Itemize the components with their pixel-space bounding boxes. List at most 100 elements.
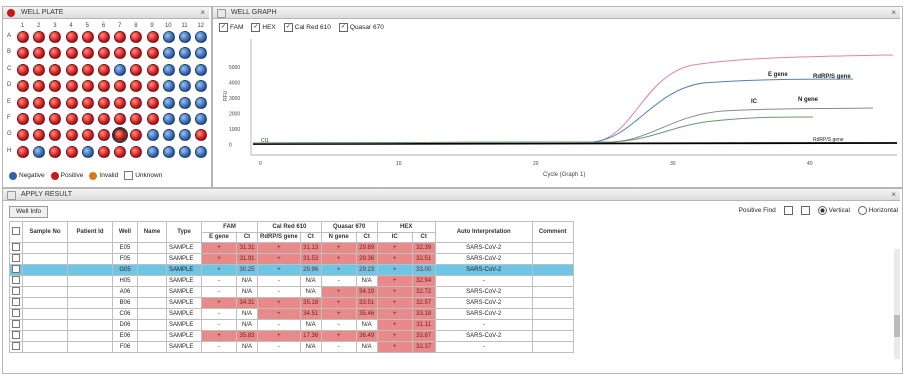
well[interactable] — [81, 113, 94, 125]
positive-find-dropdown[interactable] — [800, 206, 810, 215]
well[interactable] — [146, 96, 159, 109]
plate-row-header[interactable]: A — [7, 33, 13, 39]
well[interactable] — [146, 129, 159, 142]
header-ct[interactable]: Ct — [411, 231, 436, 243]
plate-column-header[interactable]: 5 — [81, 23, 94, 29]
well[interactable] — [17, 80, 29, 93]
well[interactable] — [98, 31, 110, 43]
well[interactable] — [33, 145, 46, 158]
amplification-chart[interactable]: RFU 500040003000200010000 0 10 20 30 40 Cycl… — [213, 35, 900, 185]
well[interactable] — [114, 113, 127, 125]
row-checkbox[interactable] — [12, 243, 20, 251]
well[interactable] — [130, 145, 143, 158]
well[interactable] — [49, 80, 62, 93]
well[interactable] — [114, 63, 127, 76]
header-ct[interactable]: Ct — [236, 231, 258, 243]
well[interactable] — [65, 113, 78, 125]
well[interactable] — [81, 96, 94, 109]
well[interactable] — [33, 80, 46, 93]
well[interactable] — [81, 145, 94, 158]
table-row[interactable]: C06 SAMPLE - N/A +34.51 +35.46 +33.18 SARS-CoV-… — [9, 308, 574, 320]
well[interactable] — [179, 63, 191, 76]
well[interactable] — [195, 80, 208, 93]
table-row[interactable]: B06 SAMPLE +34.31 +35.18 +33.51 +32.57 SARS-Co… — [9, 297, 574, 309]
well[interactable] — [33, 31, 46, 43]
well[interactable] — [179, 96, 191, 109]
table-row[interactable]: F06 SAMPLE - N/A - N/A - N/A +32.37- — [9, 341, 574, 353]
well[interactable] — [33, 63, 46, 76]
well[interactable] — [98, 96, 110, 109]
well[interactable] — [81, 31, 94, 43]
plate-column-header[interactable]: 8 — [129, 23, 142, 29]
table-row[interactable]: E05 SAMPLE +31.31 +31.13 +29.89 +32.39 SARS-Co… — [9, 242, 574, 254]
check-cal-red[interactable]: ✓ Cal Red 610 — [283, 23, 331, 32]
plate-row-header[interactable]: D — [7, 82, 13, 88]
well[interactable] — [162, 31, 175, 43]
select-all-checkbox[interactable] — [12, 227, 20, 235]
row-checkbox[interactable] — [12, 254, 20, 262]
header-ic[interactable]: IC — [376, 231, 413, 243]
well[interactable] — [17, 63, 29, 76]
well[interactable] — [130, 80, 143, 93]
table-row[interactable]: G05 SAMPLE +30.25 +29.96 +29.23 +33.00 SARS-Co… — [9, 264, 574, 276]
table-row[interactable]: A06 SAMPLE - N/A - N/A +34.19 +32.72 SARS-CoV-2 — [9, 286, 574, 298]
well[interactable] — [162, 113, 175, 125]
well[interactable] — [195, 47, 208, 60]
close-icon[interactable]: × — [200, 7, 205, 19]
header-e-gene[interactable]: E gene — [201, 231, 237, 243]
well[interactable] — [17, 145, 29, 158]
well[interactable] — [179, 145, 191, 158]
header-patient-id[interactable]: Patient Id — [67, 221, 113, 243]
plate-column-header[interactable]: 1 — [16, 23, 29, 29]
well[interactable] — [130, 31, 143, 43]
well[interactable] — [195, 96, 208, 109]
close-icon[interactable]: × — [891, 7, 896, 19]
well[interactable] — [162, 47, 175, 60]
header-ct[interactable]: Ct — [299, 231, 322, 243]
header-well[interactable]: Well — [112, 221, 138, 243]
plate-row-header[interactable]: C — [7, 66, 13, 72]
well[interactable] — [81, 47, 94, 60]
well[interactable] — [65, 47, 78, 60]
well[interactable] — [179, 80, 191, 93]
well[interactable] — [130, 113, 143, 125]
plate-column-header[interactable]: 2 — [32, 23, 45, 29]
well[interactable] — [65, 145, 78, 158]
well[interactable] — [179, 129, 191, 142]
well[interactable] — [179, 113, 191, 125]
well[interactable] — [130, 96, 143, 109]
well[interactable] — [65, 63, 78, 76]
well[interactable] — [81, 63, 94, 76]
well[interactable] — [81, 129, 94, 142]
well[interactable] — [33, 129, 46, 142]
well[interactable] — [112, 127, 129, 144]
check-fam[interactable]: ✓ FAM — [219, 23, 243, 32]
well[interactable] — [33, 113, 46, 125]
well[interactable] — [146, 31, 159, 43]
well[interactable] — [146, 63, 159, 76]
well[interactable] — [195, 113, 208, 125]
well[interactable] — [17, 31, 29, 43]
well[interactable] — [49, 129, 62, 142]
well[interactable] — [65, 31, 78, 43]
header-sample-no[interactable]: Sample No — [22, 221, 68, 243]
well[interactable] — [130, 47, 143, 60]
well[interactable] — [33, 96, 46, 109]
well[interactable] — [195, 63, 208, 76]
positive-find-checkbox[interactable] — [783, 206, 793, 215]
well[interactable] — [65, 96, 78, 109]
check-quasar[interactable]: ✓ Quasar 670 — [338, 23, 384, 32]
row-checkbox[interactable] — [12, 287, 20, 295]
well[interactable] — [114, 31, 127, 43]
checkbox-icon[interactable]: ✓ — [251, 23, 261, 32]
well[interactable] — [179, 31, 191, 43]
checkbox-icon[interactable]: ✓ — [283, 23, 293, 32]
well[interactable] — [179, 47, 191, 60]
well[interactable] — [17, 129, 29, 142]
well[interactable] — [162, 63, 175, 76]
well[interactable] — [146, 113, 159, 125]
row-checkbox[interactable] — [12, 320, 20, 328]
row-checkbox[interactable] — [12, 309, 20, 317]
check-hex[interactable]: ✓ HEX — [251, 23, 276, 32]
row-checkbox[interactable] — [12, 342, 20, 350]
